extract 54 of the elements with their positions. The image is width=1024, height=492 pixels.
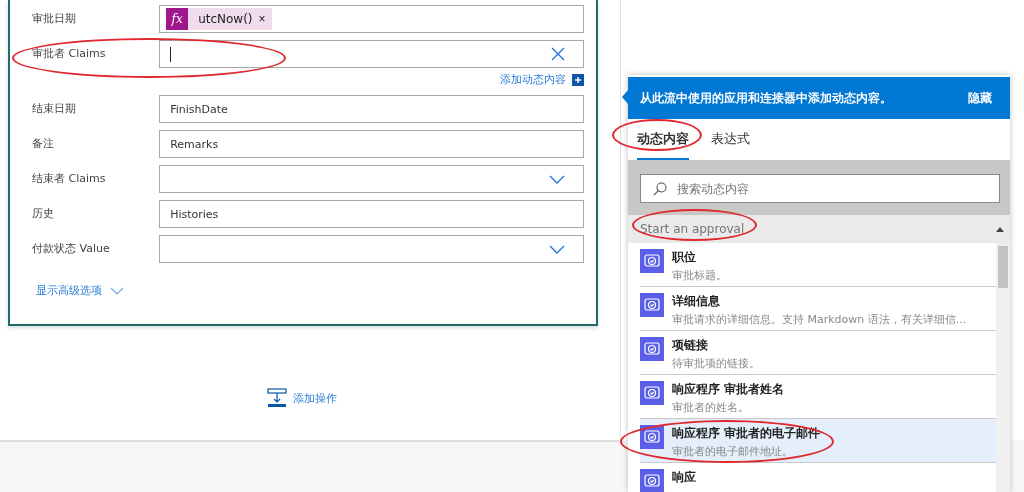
field-label: 审批日期 <box>31 11 77 26</box>
search-field[interactable]: 搜索动态内容 <box>640 174 1000 203</box>
add-action-link[interactable]: 添加操作 <box>293 390 337 406</box>
chevron-down-icon <box>549 245 565 254</box>
input-field[interactable]: Histories <box>159 200 584 228</box>
close-icon[interactable] <box>551 47 565 61</box>
tab[interactable]: 表达式 <box>711 130 750 160</box>
dynamic-content-item[interactable]: 响应 <box>640 463 996 492</box>
add-dynamic-content-link[interactable]: 添加动态内容 <box>500 72 566 87</box>
field-label: 结束日期 <box>31 101 77 116</box>
field-label: 付款状态 Value <box>31 241 111 256</box>
field-label: 审批者 Claims <box>31 46 107 61</box>
panel-header-text: 从此流中使用的应用和连接器中添加动态内容。 <box>640 89 892 107</box>
field-label: 结束者 Claims <box>31 171 107 186</box>
item-description: 审批者的姓名。 <box>672 400 750 415</box>
approval-icon <box>640 381 664 405</box>
scrollbar[interactable] <box>996 243 1010 492</box>
section-heading: Start an approval <box>640 222 745 236</box>
item-title: 响应 <box>672 469 696 486</box>
token-label: utcNow() <box>198 12 253 26</box>
dropdown-field[interactable] <box>159 235 584 263</box>
item-title: 职位 <box>672 249 697 266</box>
item-description: 审批者的电子邮件地址。 <box>672 444 794 459</box>
show-advanced-link[interactable]: 显示高级选项 <box>36 283 102 298</box>
chevron-down-icon <box>549 175 565 184</box>
search-icon <box>653 182 667 196</box>
item-description: 待审批项的链接。 <box>672 356 760 371</box>
input-field[interactable]: FinishDate <box>159 95 584 123</box>
field-label: 历史 <box>31 206 55 221</box>
text-cursor <box>170 46 172 62</box>
item-description: 审批请求的详细信息。支持 Markdown 语法，有关详细信... <box>672 312 967 327</box>
input-field[interactable] <box>159 40 584 68</box>
approval-icon <box>640 425 664 449</box>
dropdown-field[interactable] <box>159 165 584 193</box>
plus-icon[interactable] <box>572 73 584 86</box>
dynamic-content-item[interactable]: 职位 审批标题。 <box>640 243 996 287</box>
approval-icon <box>640 293 664 317</box>
approval-icon <box>640 249 664 273</box>
function-icon: fx <box>166 8 189 30</box>
dynamic-content-item[interactable]: 项链接 待审批项的链接。 <box>640 331 996 375</box>
item-title: 项链接 <box>672 337 709 354</box>
field-label: 备注 <box>31 136 55 151</box>
approval-icon <box>640 337 664 361</box>
token-field[interactable]: fx utcNow() × <box>159 5 584 33</box>
item-title: 详细信息 <box>672 293 721 310</box>
remove-token-button[interactable]: × <box>258 12 266 26</box>
input-field[interactable]: Remarks <box>159 130 584 158</box>
collapse-arrow-icon[interactable] <box>996 226 1004 232</box>
item-title: 响应程序 审批者姓名 <box>672 381 785 398</box>
chevron-down-icon[interactable] <box>110 286 124 295</box>
item-description: 审批标题。 <box>672 268 727 283</box>
hide-button[interactable]: 隐藏 <box>968 89 992 107</box>
add-step-icon[interactable] <box>267 388 287 408</box>
dynamic-content-item[interactable]: 详细信息 审批请求的详细信息。支持 Markdown 语法，有关详细信... <box>640 287 996 331</box>
